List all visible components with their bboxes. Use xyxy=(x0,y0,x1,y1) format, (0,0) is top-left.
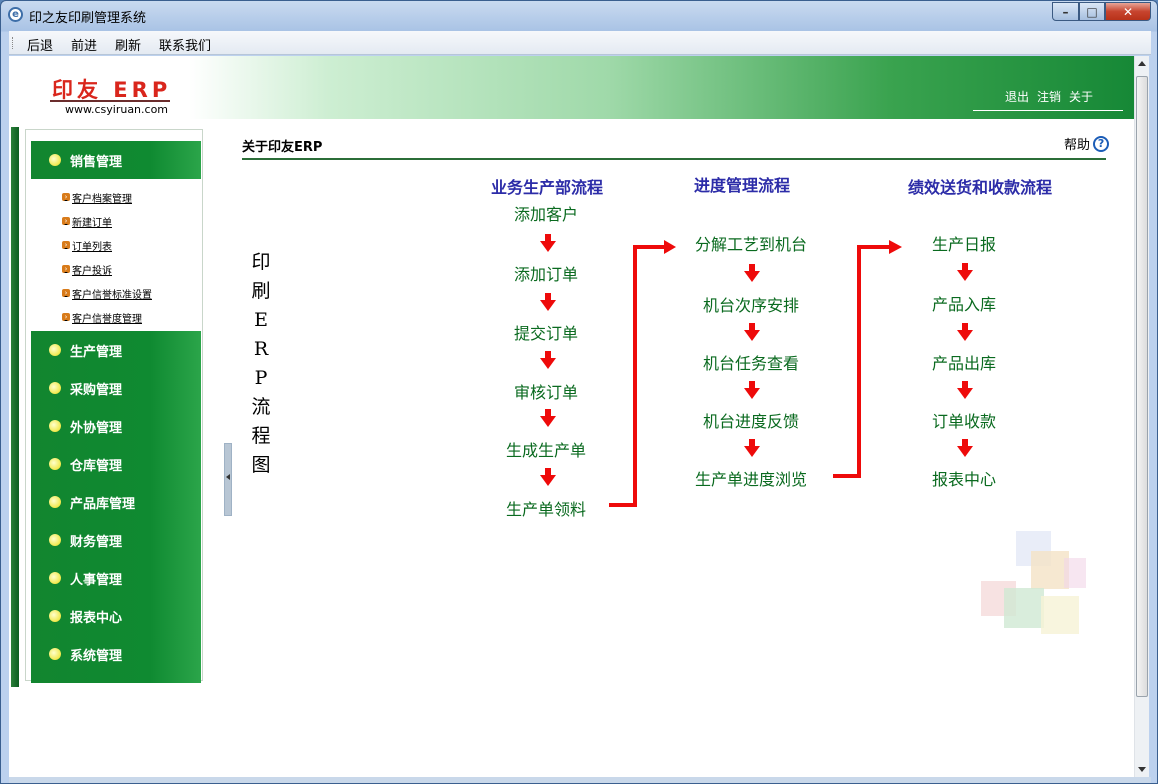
minimize-button[interactable]: – xyxy=(1052,2,1079,21)
connector-arrow-2 xyxy=(833,245,891,478)
close-button[interactable]: ✕ xyxy=(1105,2,1151,21)
flow-connectors xyxy=(609,240,902,507)
connector-arrowhead-1 xyxy=(664,240,676,254)
menu-back[interactable]: 后退 xyxy=(27,35,53,54)
maximize-button[interactable]: □ xyxy=(1079,2,1105,21)
scroll-thumb[interactable] xyxy=(1136,76,1148,697)
app-icon: e xyxy=(8,7,23,22)
menu-forward[interactable]: 前进 xyxy=(71,35,97,54)
decorative-cubes-image xyxy=(981,531,1086,634)
connector-arrowhead-2 xyxy=(889,240,902,254)
window-title: 印之友印刷管理系统 xyxy=(29,11,147,26)
menu-refresh[interactable]: 刷新 xyxy=(115,35,141,54)
connector-arrow-1 xyxy=(609,245,666,507)
vertical-scrollbar[interactable] xyxy=(1134,56,1149,777)
title-bar[interactable]: e 印之友印刷管理系统 – □ ✕ xyxy=(1,1,1157,29)
menu-contact[interactable]: 联系我们 xyxy=(159,35,211,54)
main-content: 印友 ERP www.csyiruan.com 退出 注销 关于 销售管理 › 客… xyxy=(9,56,1135,777)
scroll-down-icon[interactable] xyxy=(1138,767,1146,772)
toolbar-grip-icon xyxy=(12,37,15,49)
app-window: e 印之友印刷管理系统 – □ ✕ 后退 前进 刷新 联系我们 印友 ERP w… xyxy=(0,0,1158,784)
scroll-up-icon[interactable] xyxy=(1138,61,1146,66)
menu-bar: 后退 前进 刷新 联系我们 xyxy=(9,31,1151,55)
status-bar xyxy=(9,777,1151,783)
